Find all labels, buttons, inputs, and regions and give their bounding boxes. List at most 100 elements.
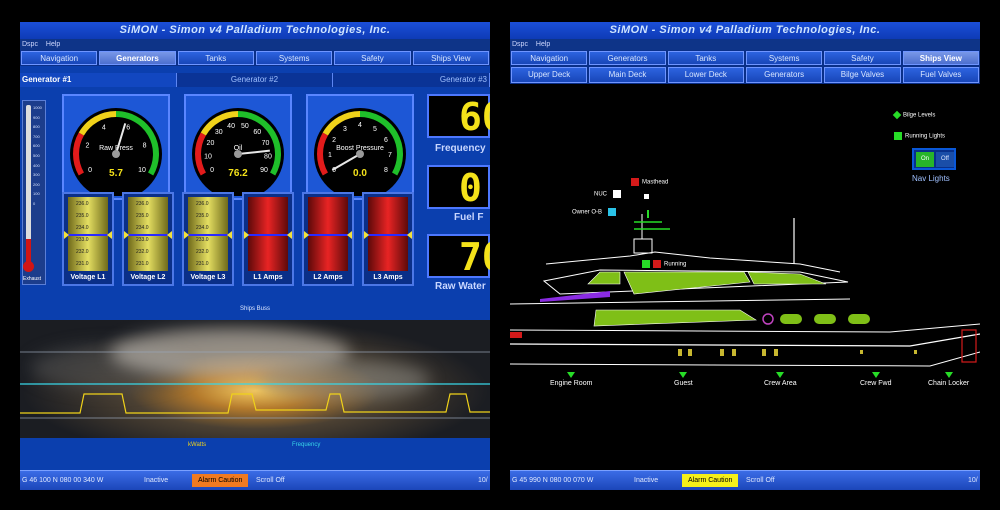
scroll-toggle[interactable]: Scroll Off xyxy=(256,471,285,490)
alarm-caution-badge[interactable]: Alarm Caution xyxy=(192,474,249,487)
owner-ob-light-icon xyxy=(607,208,616,216)
bar-gauge-pointer-icon xyxy=(364,231,369,239)
thermometer-tick: 300 xyxy=(33,172,40,178)
tab-safety[interactable]: Safety xyxy=(334,51,411,65)
nuc-indicator[interactable]: NUC xyxy=(594,190,624,198)
alarm-caution-badge[interactable]: Alarm Caution xyxy=(682,474,739,487)
gauge-tick-label: 20 xyxy=(207,140,215,147)
raw-press-gauge: 0 2 4 6 8 10 Raw Press 5.7 xyxy=(62,94,170,200)
menu-dspc[interactable]: Dspc xyxy=(22,41,38,48)
generators-window: SiMON - Simon v4 Palladium Technologies,… xyxy=(20,22,490,490)
bar-gauge-pointer-icon xyxy=(347,231,352,239)
tab-generators[interactable]: Generators xyxy=(99,51,176,65)
zone-chain-locker-label: Chain Locker xyxy=(928,380,970,387)
scroll-toggle[interactable]: Scroll Off xyxy=(746,471,775,490)
menu-dspc[interactable]: Dspc xyxy=(512,41,528,48)
zone-guest[interactable]: Guest xyxy=(674,372,693,387)
nav-lights-on-button[interactable]: On xyxy=(916,152,934,167)
masthead-indicator[interactable]: Masthead xyxy=(631,178,668,186)
running-label: Running xyxy=(664,261,687,268)
zone-crew-area[interactable]: Crew Area xyxy=(764,372,797,387)
subtab-upper-deck[interactable]: Upper Deck xyxy=(511,67,588,83)
bar-gauge-pointer-icon xyxy=(107,231,112,239)
deck-subtabs: Upper Deck Main Deck Lower Deck Generato… xyxy=(510,66,980,84)
subtab-generator-3[interactable]: Generator #3 xyxy=(332,73,490,87)
bar-gauge-marker xyxy=(68,234,108,236)
bar-gauge-marker xyxy=(188,234,228,236)
tab-systems[interactable]: Systems xyxy=(745,51,823,65)
subtab-generator-2[interactable]: Generator #2 xyxy=(177,73,333,87)
ships-buss-graph xyxy=(20,320,490,438)
bar-gauge-pointer-icon xyxy=(184,231,189,239)
thermometer-tick: 600 xyxy=(33,143,40,149)
thermometer-tick: 200 xyxy=(33,181,40,187)
bar-gauge-voltage-l2: 236.0 235.0 234.0 233.0 232.0 231.0 Voltage L2 xyxy=(122,192,174,286)
tab-navigation[interactable]: Navigation xyxy=(511,51,588,65)
gauge-tick-label: 2 xyxy=(86,143,90,150)
bilge-arrow-icon xyxy=(944,372,953,378)
owner-ob-label: Owner O-B xyxy=(572,209,603,216)
bar-gauge-voltage-l3: 236.0 235.0 234.0 233.0 232.0 231.0 Voltage L3 xyxy=(182,192,234,286)
inactive-status: Inactive xyxy=(634,477,659,484)
bar-gauge-tick: 232.0 xyxy=(76,249,89,255)
tab-ships-view[interactable]: Ships View xyxy=(412,51,489,65)
zone-guest-label: Guest xyxy=(674,380,693,387)
legend-running-lights-label[interactable]: Running Lights xyxy=(905,134,945,140)
gauge-tick-label: 70 xyxy=(262,140,270,147)
tab-navigation[interactable]: Navigation xyxy=(21,51,98,65)
subtab-generators[interactable]: Generators xyxy=(745,67,823,83)
tab-systems[interactable]: Systems xyxy=(255,51,333,65)
bar-gauge-marker xyxy=(248,234,288,236)
zone-crew-fwd[interactable]: Crew Fwd xyxy=(860,372,892,387)
thermometer-tick: 400 xyxy=(33,162,40,168)
zone-crew-fwd-label: Crew Fwd xyxy=(860,380,892,387)
raw-water-label: Raw Water xyxy=(435,281,486,292)
thermometer-scale: 1000 900 800 700 600 500 400 300 200 100 0 xyxy=(33,103,42,209)
tab-tanks[interactable]: Tanks xyxy=(667,51,744,65)
subtab-lower-deck[interactable]: Lower Deck xyxy=(667,67,744,83)
subtab-generator-1[interactable]: Generator #1 xyxy=(20,73,178,87)
bar-gauge-tick: 234.0 xyxy=(196,225,209,231)
thermometer-tick: 700 xyxy=(33,133,40,139)
raw-water-display: 70 xyxy=(427,234,490,278)
running-lights-indicator[interactable]: Running xyxy=(642,260,686,268)
bar-gauge-tick: 231.0 xyxy=(136,261,149,267)
zone-engine-room[interactable]: Engine Room xyxy=(550,372,592,387)
nav-lights-off-button[interactable]: Off xyxy=(936,152,954,167)
bar-gauge-pointer-icon xyxy=(64,231,69,239)
bar-gauge-pointer-icon xyxy=(167,231,172,239)
ship-diagram: Bilge Levels Running Lights On Off Nav L… xyxy=(510,94,980,468)
nav-lights-toggle[interactable]: On Off xyxy=(912,148,956,170)
bilge-arrow-icon xyxy=(679,372,688,378)
gauge-tick-label: 8 xyxy=(143,143,147,150)
masthead-label: Masthead xyxy=(642,179,669,186)
status-date: 10/ xyxy=(478,477,488,484)
subtab-fuel-valves[interactable]: Fuel Valves xyxy=(902,67,979,83)
fuel-display: 0 xyxy=(427,165,490,209)
frequency-trace-label: Frequency xyxy=(292,442,321,448)
fuel-value: 0 xyxy=(459,166,482,210)
bar-gauge-label: L3 Amps xyxy=(373,274,403,281)
bar-gauge-tick: 235.0 xyxy=(196,213,209,219)
subtab-bilge-valves[interactable]: Bilge Valves xyxy=(824,67,901,83)
legend-bilge-levels[interactable]: Bilge Levels xyxy=(892,110,935,120)
tab-ships-view[interactable]: Ships View xyxy=(902,51,979,65)
subtab-main-deck[interactable]: Main Deck xyxy=(589,67,666,83)
thermometer-tick: 100 xyxy=(33,191,40,197)
gauge-hub xyxy=(112,150,120,158)
owner-ob-indicator[interactable]: Owner O-B xyxy=(572,208,619,216)
gauge-tick-label: 2 xyxy=(332,137,336,144)
bar-gauge-l1-amps: L1 Amps xyxy=(242,192,294,286)
tab-safety[interactable]: Safety xyxy=(824,51,901,65)
raw-water-value: 70 xyxy=(459,235,490,279)
menu-help[interactable]: Help xyxy=(46,41,60,48)
bilge-arrow-icon xyxy=(871,372,880,378)
tab-tanks[interactable]: Tanks xyxy=(177,51,254,65)
nuc-lamp-icon xyxy=(644,194,649,199)
tab-generators[interactable]: Generators xyxy=(589,51,666,65)
zone-chain-locker[interactable]: Chain Locker xyxy=(928,372,969,387)
menu-help[interactable]: Help xyxy=(536,41,550,48)
menu-bar: Dspc Help xyxy=(20,39,490,50)
legend-running-lights[interactable]: Running Lights xyxy=(894,132,945,140)
gauge-tick-label: 6 xyxy=(126,125,130,132)
